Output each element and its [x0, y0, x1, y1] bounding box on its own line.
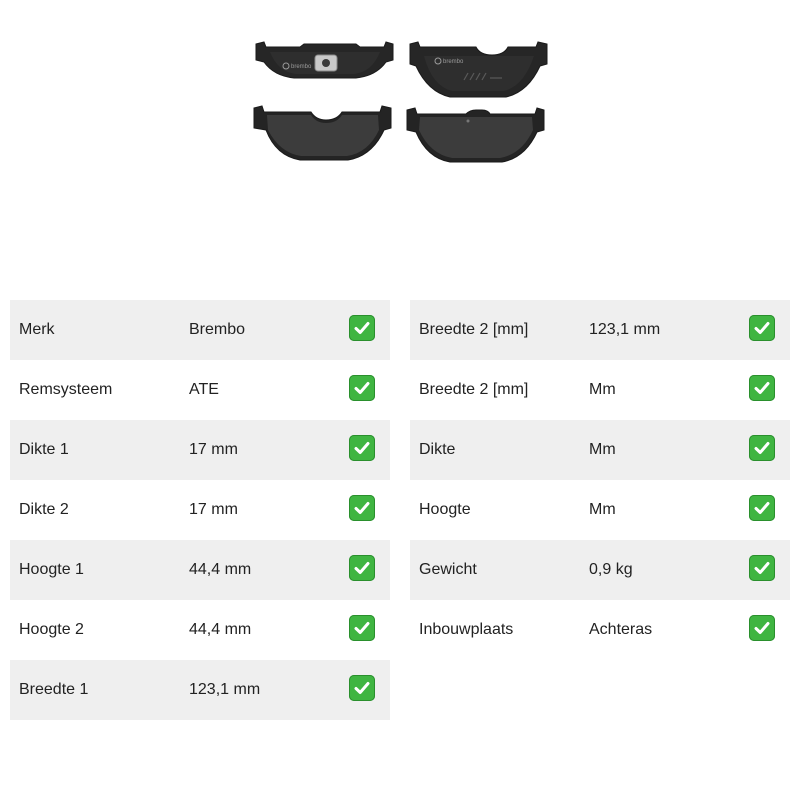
spec-value: Mm: [589, 501, 616, 518]
spec-row: Dikte Mm: [410, 420, 790, 480]
spec-row: Breedte 1 123,1 mm: [10, 660, 390, 720]
brake-pad-bottom-right: [406, 107, 545, 163]
spec-row: Inbouwplaats Achteras: [410, 600, 790, 660]
spec-value: 44,4 mm: [189, 561, 252, 578]
check-icon: [349, 315, 375, 341]
spec-value: Mm: [589, 441, 616, 458]
spec-label: Merk: [19, 321, 55, 338]
spec-row: Hoogte 1 44,4 mm: [10, 540, 390, 600]
spec-row: Breedte 2 [mm] 123,1 mm: [410, 300, 790, 360]
spec-row: Gewicht 0,9 kg: [410, 540, 790, 600]
check-icon: [749, 435, 775, 461]
spec-row: Dikte 2 17 mm: [10, 480, 390, 540]
spec-value: 44,4 mm: [189, 621, 252, 638]
spec-label: Remsysteem: [19, 381, 113, 398]
spec-label: Hoogte 2: [19, 621, 84, 638]
spec-label: Breedte 2 [mm]: [419, 381, 529, 398]
check-icon: [749, 315, 775, 341]
spec-value: 17 mm: [189, 441, 238, 458]
spec-row: Hoogte Mm: [410, 480, 790, 540]
spec-value: 17 mm: [189, 501, 238, 518]
logo-text: brembo: [291, 64, 312, 70]
check-icon: [749, 375, 775, 401]
spec-label: Inbouwplaats: [419, 621, 514, 638]
check-icon: [749, 555, 775, 581]
check-icon: [349, 375, 375, 401]
check-icon: [349, 615, 375, 641]
check-icon: [349, 495, 375, 521]
spec-row: Merk Brembo: [10, 300, 390, 360]
check-icon: [349, 555, 375, 581]
logo-text: brembo: [443, 59, 464, 65]
spec-value: Brembo: [189, 321, 246, 338]
product-image: brembo brembo: [253, 41, 548, 163]
spec-row: Breedte 2 [mm] Mm: [410, 360, 790, 420]
spec-label: Dikte: [419, 441, 456, 458]
spec-label: Dikte 2: [19, 501, 69, 518]
check-icon: [349, 675, 375, 701]
spec-value: ATE: [189, 381, 219, 398]
check-icon: [749, 495, 775, 521]
spec-row: Hoogte 2 44,4 mm: [10, 600, 390, 660]
spec-value: Mm: [589, 381, 616, 398]
spec-row: Remsysteem ATE: [10, 360, 390, 420]
brake-pad-top-right: brembo: [409, 41, 548, 98]
spec-label: Breedte 2 [mm]: [419, 321, 529, 338]
spec-value: 0,9 kg: [589, 561, 633, 578]
spec-label: Hoogte 1: [19, 561, 84, 578]
check-icon: [749, 615, 775, 641]
spec-table-right: Breedte 2 [mm] 123,1 mm Breedte 2 [mm] M…: [410, 300, 790, 660]
spec-label: Breedte 1: [19, 681, 89, 698]
brake-pad-top-left: brembo: [255, 41, 394, 79]
spec-row: Dikte 1 17 mm: [10, 420, 390, 480]
spec-label: Gewicht: [419, 561, 477, 578]
spec-label: Hoogte: [419, 501, 471, 518]
spec-value: 123,1 mm: [589, 321, 661, 338]
check-icon: [349, 435, 375, 461]
spec-label: Dikte 1: [19, 441, 69, 458]
brake-pad-bottom-left: [253, 105, 392, 161]
spec-value: 123,1 mm: [189, 681, 261, 698]
spec-table-left: Merk Brembo Remsysteem ATE Dikte 1 17 mm…: [10, 300, 390, 720]
spec-value: Achteras: [589, 621, 653, 638]
